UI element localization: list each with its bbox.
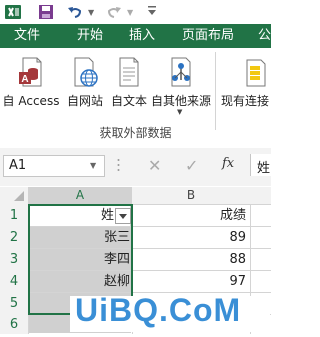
cell-b4[interactable]: 97 [134, 271, 246, 293]
cell-b2[interactable]: 89 [134, 227, 246, 249]
select-all-corner[interactable] [0, 187, 28, 204]
save-icon[interactable] [38, 4, 54, 20]
name-box-dropdown-icon[interactable]: ▼ [90, 161, 96, 170]
svg-text:A: A [21, 74, 28, 85]
cell-b3[interactable]: 88 [134, 249, 246, 271]
from-other-sources-button[interactable]: 自其他来源 ▼ [151, 54, 212, 116]
tab-formulas[interactable]: 公 [258, 24, 271, 48]
name-box-value: A1 [9, 158, 27, 173]
formula-bar: A1 ▼ ✕ ✓ fx 姓 [0, 148, 272, 186]
title-bar: ▼ ▼ [0, 0, 271, 24]
insert-function-icon[interactable]: fx [222, 156, 234, 171]
existing-connections-icon [241, 56, 273, 91]
ribbon-panel: A 自 Access 自网站 自文本 自其他来源 ▼ 现有连接 获取外部数据 [0, 48, 271, 149]
tab-page-layout[interactable]: 页面布局 [182, 24, 234, 48]
row-header[interactable]: 6 [0, 314, 28, 336]
undo-dropdown-icon[interactable]: ▼ [88, 8, 94, 17]
from-text-label: 自文本 [110, 94, 147, 108]
undo-icon[interactable] [67, 4, 83, 20]
name-box[interactable]: A1 ▼ [3, 155, 105, 177]
column-header-b[interactable]: B [132, 187, 250, 204]
access-icon: A [15, 56, 47, 91]
row-header[interactable]: 2 [0, 227, 28, 249]
existing-connections-button[interactable]: 现有连接 [221, 54, 281, 114]
enter-icon[interactable]: ✓ [185, 156, 198, 175]
from-access-button[interactable]: A 自 Access [0, 54, 62, 114]
from-other-sources-label: 自其他来源 [151, 94, 212, 108]
tab-home[interactable]: 开始 [77, 24, 103, 48]
from-text-button[interactable]: 自文本 [108, 54, 150, 114]
excel-logo-icon[interactable] [5, 4, 21, 20]
cell-b1[interactable]: 成绩 [134, 205, 246, 227]
customize-qat-icon[interactable] [147, 5, 157, 17]
row-header[interactable]: 1 [0, 205, 28, 227]
cancel-icon[interactable]: ✕ [148, 156, 161, 175]
web-icon [69, 56, 101, 91]
row-header[interactable]: 4 [0, 271, 28, 293]
from-access-label: 自 Access [2, 94, 60, 108]
existing-connections-label: 现有连接 [221, 94, 270, 108]
dropdown-arrow-icon: ▼ [177, 108, 183, 116]
row-header[interactable]: 3 [0, 249, 28, 271]
tab-insert[interactable]: 插入 [129, 24, 155, 48]
formula-bar-grip-icon[interactable] [117, 158, 120, 172]
text-file-icon [113, 56, 145, 91]
row-header[interactable]: 5 [0, 293, 28, 315]
other-sources-icon [165, 56, 197, 91]
formula-input[interactable]: 姓 [250, 154, 272, 176]
from-web-label: 自网站 [66, 94, 103, 108]
redo-dropdown-icon[interactable]: ▼ [127, 8, 133, 17]
ribbon-tab-bar: 文件 开始 插入 页面布局 公 [0, 24, 271, 48]
watermark-text: UiBQ.CoM [75, 292, 242, 328]
tab-file[interactable]: 文件 [14, 24, 40, 48]
ribbon-group-label: 获取外部数据 [99, 126, 172, 140]
redo-icon[interactable] [106, 4, 122, 20]
ribbon-divider [215, 52, 216, 130]
from-web-button[interactable]: 自网站 [64, 54, 106, 114]
